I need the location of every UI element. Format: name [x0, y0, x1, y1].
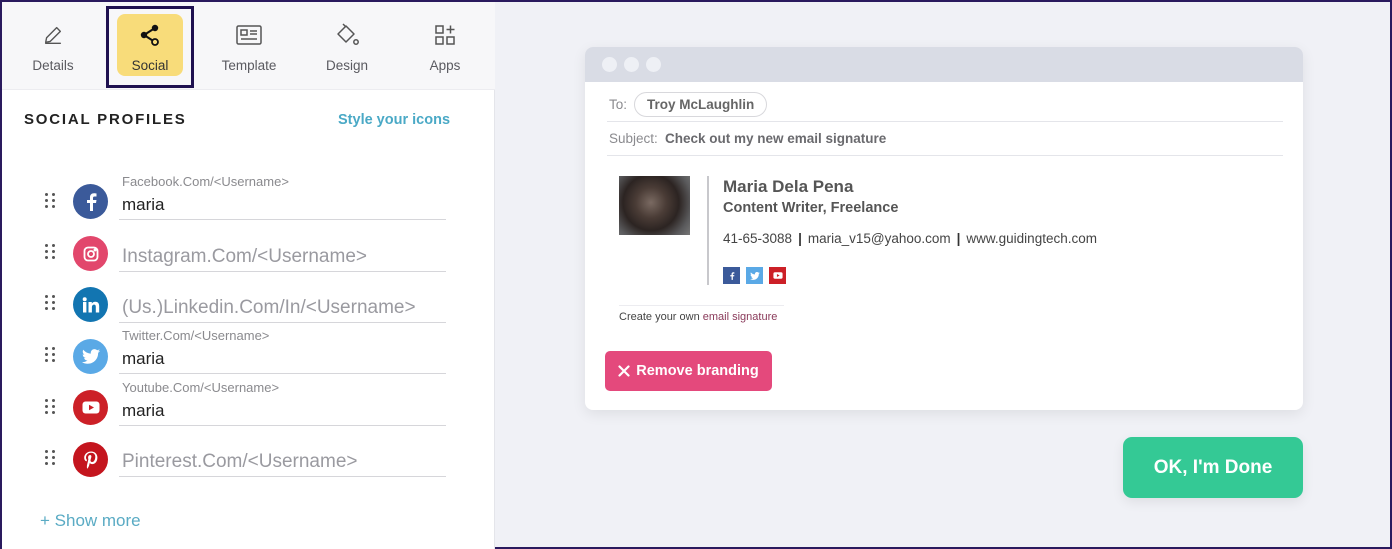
window-dot-icon	[602, 57, 617, 72]
youtube-icon	[73, 390, 108, 425]
to-label: To:	[609, 97, 628, 112]
signature-social-icons	[723, 267, 786, 284]
close-icon	[618, 365, 630, 377]
divider	[607, 121, 1283, 122]
window-dot-icon	[646, 57, 661, 72]
drag-handle-icon[interactable]	[45, 450, 57, 466]
social-profile-row-linkedin	[2, 277, 495, 327]
signature-email: maria_v15@yahoo.com	[807, 231, 951, 246]
section-title: SOCIAL PROFILES	[24, 111, 187, 128]
remove-branding-label: Remove branding	[636, 363, 759, 379]
signature-website: www.guidingtech.com	[966, 231, 1097, 246]
done-button[interactable]: OK, I'm Done	[1123, 437, 1303, 498]
tab-label: Template	[221, 58, 277, 73]
paint-bucket-icon	[332, 20, 362, 50]
linkedin-icon	[73, 287, 108, 322]
separator: |	[956, 231, 961, 246]
tab-label: Apps	[429, 58, 461, 73]
tab-design[interactable]: Design	[314, 14, 380, 76]
pinterest-field	[119, 431, 446, 477]
style-icons-link[interactable]: Style your icons	[338, 112, 450, 128]
signature-contact: 41-65-3088 | maria_v15@yahoo.com | www.guidi…	[723, 231, 1097, 246]
tab-details[interactable]: Details	[20, 14, 86, 76]
drag-handle-icon[interactable]	[45, 399, 57, 415]
drag-handle-icon[interactable]	[45, 244, 57, 260]
social-profile-row-twitter: Twitter.Com/<Username>	[2, 328, 495, 378]
facebook-username-input[interactable]	[122, 195, 442, 215]
separator: |	[798, 231, 802, 246]
drag-handle-icon[interactable]	[45, 347, 57, 363]
tab-label: Details	[32, 58, 74, 73]
template-icon	[234, 20, 264, 50]
social-profile-row-instagram	[2, 226, 495, 276]
instagram-icon	[73, 236, 108, 271]
drag-handle-icon[interactable]	[45, 193, 57, 209]
tab-apps[interactable]: Apps	[412, 14, 478, 76]
signature-divider	[707, 176, 709, 285]
show-more-link[interactable]: + Show more	[40, 511, 141, 531]
editor-tabbar: Details Social Template Design Apps	[2, 2, 495, 90]
window-dot-icon	[624, 57, 639, 72]
subject-value: Check out my new email signature	[665, 131, 887, 146]
twitter-username-input[interactable]	[122, 349, 442, 369]
editor-panel: Details Social Template Design Apps SOCI…	[2, 2, 495, 549]
signature-phone: 41-65-3088	[723, 231, 793, 246]
instagram-username-input[interactable]	[122, 246, 442, 268]
selected-tab-highlight	[106, 6, 194, 88]
recipient-chip: Troy McLaughlin	[634, 92, 768, 117]
apps-add-icon	[430, 20, 460, 50]
linkedin-field	[119, 277, 446, 323]
divider	[619, 305, 784, 306]
divider	[607, 155, 1283, 156]
twitter-icon	[746, 267, 763, 284]
social-profile-row-facebook: Facebook.Com/<Username>	[2, 174, 495, 224]
social-profile-row-youtube: Youtube.Com/<Username>	[2, 380, 495, 430]
remove-branding-button[interactable]: Remove branding	[605, 351, 772, 391]
signature-name: Maria Dela Pena	[723, 177, 854, 196]
twitter-field: Twitter.Com/<Username>	[119, 328, 446, 374]
window-titlebar	[585, 47, 1303, 82]
field-label: Facebook.Com/<Username>	[122, 174, 289, 189]
facebook-icon	[73, 184, 108, 219]
email-signature-link[interactable]: email signature	[703, 311, 778, 323]
youtube-icon	[769, 267, 786, 284]
email-preview-window: To: Troy McLaughlin Subject: Check out m…	[585, 47, 1303, 410]
tab-template[interactable]: Template	[216, 14, 282, 76]
facebook-icon	[723, 267, 740, 284]
pinterest-icon	[73, 442, 108, 477]
youtube-field: Youtube.Com/<Username>	[119, 380, 446, 426]
signature-title: Content Writer, Freelance	[723, 200, 899, 216]
facebook-field: Facebook.Com/<Username>	[119, 174, 446, 220]
social-profile-row-pinterest	[2, 431, 495, 481]
field-label: Youtube.Com/<Username>	[122, 380, 280, 395]
drag-handle-icon[interactable]	[45, 295, 57, 311]
subject-label: Subject:	[609, 131, 658, 146]
pinterest-username-input[interactable]	[122, 451, 442, 473]
tab-label: Design	[325, 58, 369, 73]
branding-prefix: Create your own	[619, 311, 703, 323]
youtube-username-input[interactable]	[122, 401, 442, 421]
branding-text: Create your own email signature	[619, 311, 777, 323]
signature-photo	[619, 176, 690, 235]
instagram-field	[119, 226, 446, 272]
twitter-icon	[73, 339, 108, 374]
linkedin-username-input[interactable]	[122, 297, 442, 319]
pencil-icon	[38, 20, 68, 50]
field-label: Twitter.Com/<Username>	[122, 328, 270, 343]
